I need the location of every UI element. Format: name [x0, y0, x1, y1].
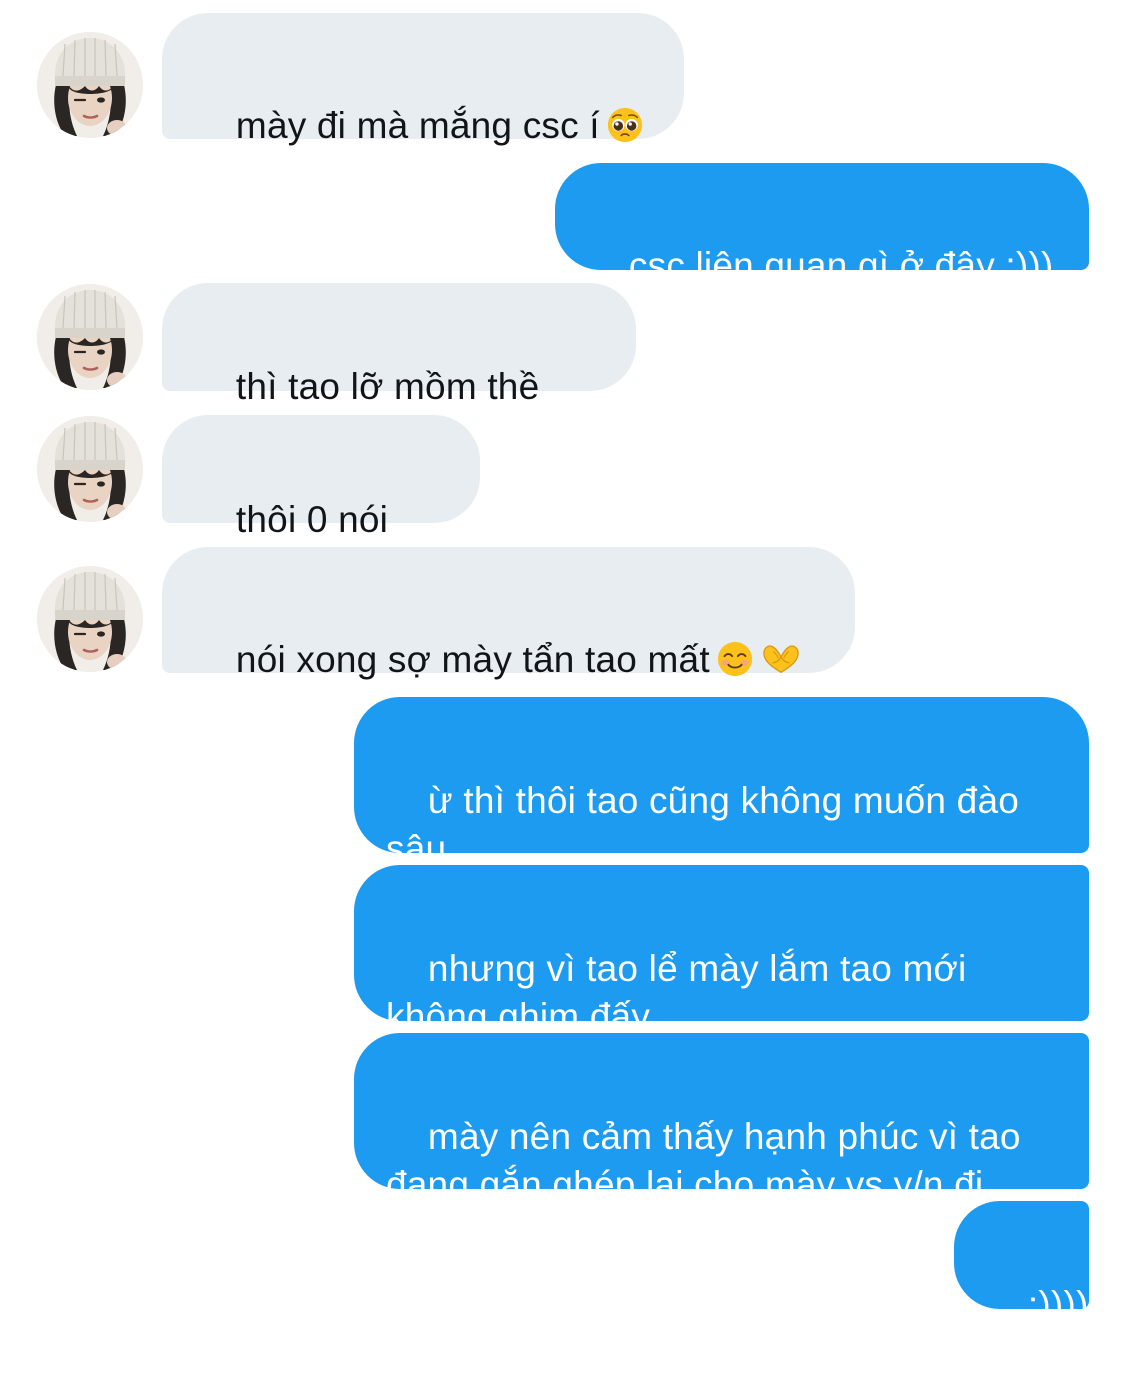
- message-text: mày đi mà mắng csc í: [235, 105, 600, 146]
- message-text: nhưng vì tao lể mày lắm tao mới không gh…: [386, 948, 967, 1037]
- message-text: :)))): [1027, 1284, 1089, 1325]
- smiling-face-icon: [716, 640, 754, 678]
- message-text: mày nên cảm thấy hạnh phúc vì tao đang g…: [386, 1116, 1021, 1205]
- message-bubble-received[interactable]: thôi 0 nói đâu: [162, 415, 480, 588]
- message-bubble-sent[interactable]: nhưng vì tao lể mày lắm tao mới không gh…: [354, 865, 1089, 1037]
- message-text: nói xong sợ mày tẩn tao mất: [235, 639, 710, 680]
- message-text: csc liên quan gì ở đây :))): [628, 245, 1054, 286]
- avatar-icon: [37, 32, 143, 138]
- message-bubble-sent[interactable]: :)))): [954, 1201, 1089, 1325]
- message-bubble-sent[interactable]: ừ thì thôi tao cũng không muốn đào sâu: [354, 697, 1089, 869]
- message-text: ừ thì thôi tao cũng không muốn đào sâu: [386, 780, 1020, 869]
- chat-thread: mày đi mà mắng csc í csc liên quan gì ở …: [0, 0, 1125, 1325]
- message-bubble-received[interactable]: thì tao lỡ mồm thề là...: [162, 283, 636, 455]
- avatar[interactable]: [37, 566, 143, 672]
- message-bubble-sent[interactable]: csc liên quan gì ở đây :))): [555, 163, 1089, 286]
- avatar[interactable]: [37, 284, 143, 390]
- avatar-icon: [37, 566, 143, 672]
- message-bubble-received[interactable]: nói xong sợ mày tẩn tao mất: [162, 547, 855, 680]
- avatar-icon: [37, 284, 143, 390]
- avatar-icon: [37, 416, 143, 522]
- pleading-face-icon: [606, 106, 644, 144]
- heart-hands-icon: [760, 640, 802, 678]
- message-bubble-sent[interactable]: mày nên cảm thấy hạnh phúc vì tao đang g…: [354, 1033, 1089, 1205]
- avatar[interactable]: [37, 416, 143, 522]
- message-bubble-received[interactable]: mày đi mà mắng csc í: [162, 13, 684, 146]
- avatar[interactable]: [37, 32, 143, 138]
